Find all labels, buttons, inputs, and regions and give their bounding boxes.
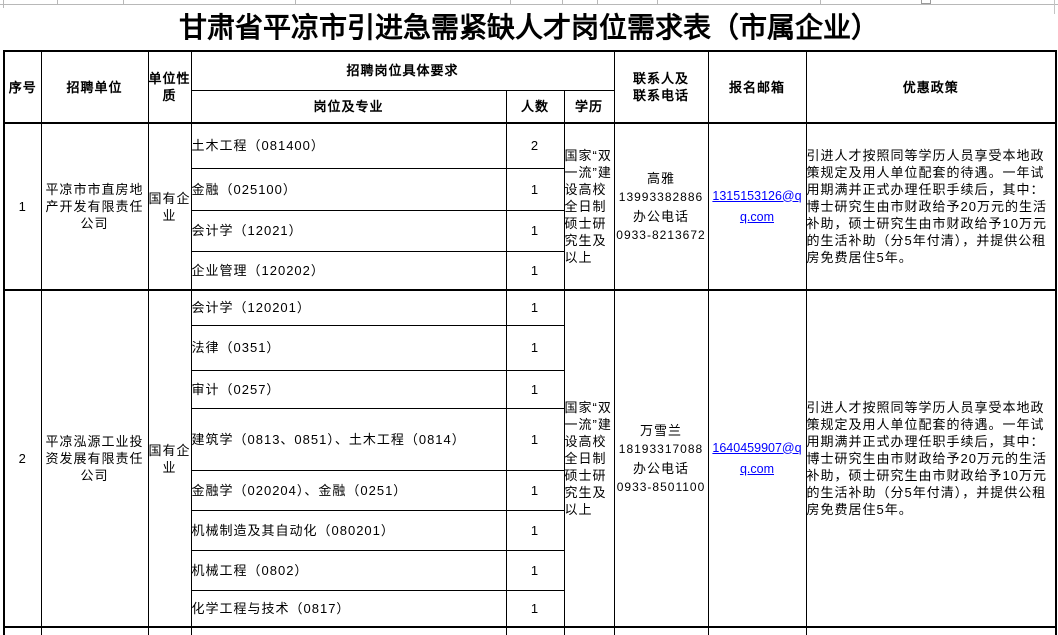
count-cell: 1	[506, 251, 564, 290]
position-cell: 金融学（020204）、金融（0251）	[191, 470, 506, 510]
unit-cell	[41, 627, 148, 635]
serial-cell: 2	[4, 290, 41, 627]
contact-mobile: 13993382886	[615, 188, 708, 207]
count-cell: 1	[506, 590, 564, 627]
unit-type-cell: 国有企业	[148, 123, 191, 290]
grid-tick	[597, 0, 598, 4]
degree-cell: 国家“双一流”建设高校全日制硕士研究生及以上	[564, 123, 614, 290]
contact-office-phone: 0933-8213672	[615, 226, 708, 245]
count-cell	[506, 627, 564, 635]
col-header-unit: 招聘单位	[41, 51, 148, 123]
count-cell: 2	[506, 123, 564, 168]
grid-tick	[123, 0, 124, 4]
col-header-degree: 学历	[564, 90, 614, 123]
position-cell: 企业管理（120202）	[191, 251, 506, 290]
position-cell: 化学工程与技术（0817）	[191, 590, 506, 627]
col-header-contact: 联系人及 联系电话	[614, 51, 708, 123]
count-cell: 1	[506, 290, 564, 325]
count-cell: 1	[506, 370, 564, 408]
policy-cell: 引进人才按照同等学历人员享受本地政策规定及用人单位配套的待遇。一年试用期满并正式…	[806, 290, 1056, 627]
count-cell: 1	[506, 210, 564, 251]
page-title: 甘肃省平凉市引进急需紧缺人才岗位需求表（市属企业）	[0, 6, 1058, 50]
policy-cell	[806, 627, 1056, 635]
grid-tick	[562, 0, 563, 4]
col-header-count: 人数	[506, 90, 564, 123]
col-header-policy: 优惠政策	[806, 51, 1056, 123]
unit-type-cell	[148, 627, 191, 635]
table-row: 2 平凉泓源工业投资发展有限责任公司 国有企业 会计学（120201） 1 国家…	[4, 290, 1056, 325]
contact-office-label: 办公电话	[615, 207, 708, 226]
position-cell: 会计学（12021）	[191, 210, 506, 251]
degree-cell: 国家“双一流”建设高校全日制硕士研究生及以上	[564, 290, 614, 627]
position-cell: 金融（025100）	[191, 168, 506, 210]
position-cell: 机械制造及其自动化（080201）	[191, 510, 506, 550]
serial-cell	[4, 627, 41, 635]
grid-remnant-strip	[0, 0, 1058, 5]
email-cell	[708, 627, 806, 635]
recruitment-table: 序号 招聘单位 单位性质 招聘岗位具体要求 联系人及 联系电话 报名邮箱 优惠政…	[3, 50, 1057, 635]
unit-cell: 平凉市市直房地产开发有限责任公司	[41, 123, 148, 290]
policy-cell: 引进人才按照同等学历人员享受本地政策规定及用人单位配套的待遇。一年试用期满并正式…	[806, 123, 1056, 290]
position-cell: 审计（0257）	[191, 370, 506, 408]
position-cell: 会计学（120201）	[191, 290, 506, 325]
spreadsheet-view: 甘肃省平凉市引进急需紧缺人才岗位需求表（市属企业） 序号 招聘单位 单位性质 招…	[0, 0, 1058, 635]
contact-cell	[614, 627, 708, 635]
unit-type-cell: 国有企业	[148, 290, 191, 627]
header-row-1: 序号 招聘单位 单位性质 招聘岗位具体要求 联系人及 联系电话 报名邮箱 优惠政…	[4, 51, 1056, 90]
col-header-email: 报名邮箱	[708, 51, 806, 123]
position-cell: 建筑学（0813、0851）、土木工程（0814）	[191, 408, 506, 470]
email-cell: 1315153126@qq.com	[708, 123, 806, 290]
unit-cell: 平凉泓源工业投资发展有限责任公司	[41, 290, 148, 627]
grid-tick	[657, 0, 658, 4]
serial-cell: 1	[4, 123, 41, 290]
email-cell: 1640459907@qq.com	[708, 290, 806, 627]
position-cell: 土木工程（081400）	[191, 123, 506, 168]
contact-office-phone: 0933-8501100	[615, 478, 708, 497]
position-cell	[191, 627, 506, 635]
grid-tick	[295, 0, 296, 4]
contact-mobile: 18193317088	[615, 440, 708, 459]
grid-tick	[510, 0, 511, 4]
grid-tick	[820, 0, 821, 4]
contact-office-label: 办公电话	[615, 459, 708, 478]
col-header-position: 岗位及专业	[191, 90, 506, 123]
count-cell: 1	[506, 325, 564, 370]
count-cell: 1	[506, 408, 564, 470]
email-link[interactable]: 1640459907@qq.com	[712, 441, 801, 476]
count-cell: 1	[506, 550, 564, 590]
grid-notch	[921, 0, 931, 4]
contact-name: 高雅	[615, 169, 708, 188]
position-cell: 法律（0351）	[191, 325, 506, 370]
contact-cell: 高雅 13993382886 办公电话 0933-8213672	[614, 123, 708, 290]
col-header-serial: 序号	[4, 51, 41, 123]
count-cell: 1	[506, 168, 564, 210]
degree-cell	[564, 627, 614, 635]
count-cell: 1	[506, 510, 564, 550]
col-header-requirements: 招聘岗位具体要求	[191, 51, 614, 90]
email-link[interactable]: 1315153126@qq.com	[712, 189, 801, 224]
count-cell: 1	[506, 470, 564, 510]
table-row: 1 平凉市市直房地产开发有限责任公司 国有企业 土木工程（081400） 2 国…	[4, 123, 1056, 168]
table-row-partial	[4, 627, 1056, 635]
contact-cell: 万雪兰 18193317088 办公电话 0933-8501100	[614, 290, 708, 627]
col-header-unit-type: 单位性质	[148, 51, 191, 123]
grid-tick	[57, 0, 58, 4]
position-cell: 机械工程（0802）	[191, 550, 506, 590]
contact-name: 万雪兰	[615, 421, 708, 440]
